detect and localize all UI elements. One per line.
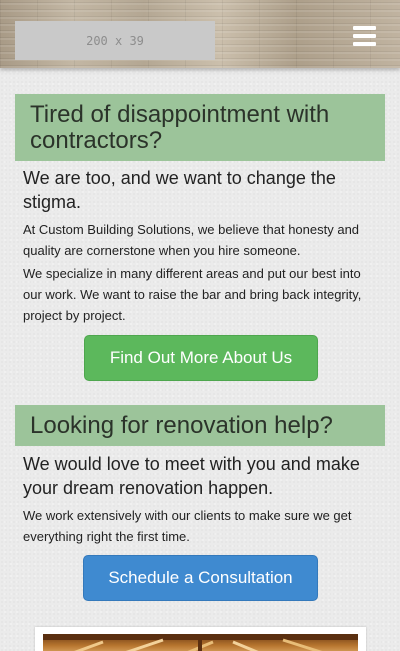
find-out-more-button[interactable]: Find Out More About Us [84, 335, 318, 381]
renovation-lead: We would love to meet with you and make … [23, 454, 360, 498]
intro-paragraph-2: We specialize in many different areas an… [23, 266, 362, 323]
timber-framing-illustration [43, 634, 358, 651]
site-header: 200 x 39 [0, 0, 400, 68]
schedule-consultation-button[interactable]: Schedule a Consultation [83, 555, 318, 601]
menu-bar-middle [353, 34, 376, 38]
intro-heading: Tired of disappointment with contractors… [15, 94, 385, 161]
menu-bar-bottom [353, 42, 376, 46]
renovation-paragraph: We work extensively with our clients to … [23, 508, 352, 544]
menu-bar-top [353, 26, 376, 30]
project-photo [43, 634, 358, 651]
hamburger-menu-icon[interactable] [353, 26, 376, 46]
logo-placeholder[interactable]: 200 x 39 [15, 21, 215, 60]
renovation-section: Looking for renovation help? [15, 405, 385, 446]
intro-lead: We are too, and we want to change the st… [23, 168, 336, 212]
intro-section: Tired of disappointment with contractors… [15, 94, 385, 161]
renovation-heading: Looking for renovation help? [15, 405, 385, 446]
project-photo-frame [35, 627, 366, 651]
intro-paragraph-1: At Custom Building Solutions, we believe… [23, 222, 360, 258]
